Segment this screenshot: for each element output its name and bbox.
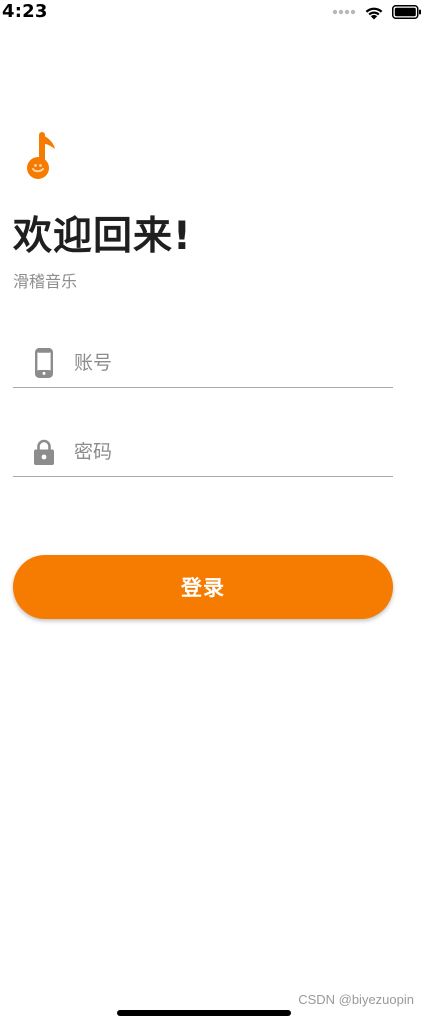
status-icons (332, 2, 422, 22)
lock-icon (32, 436, 56, 468)
home-indicator[interactable] (117, 1010, 291, 1016)
password-input[interactable] (74, 433, 393, 470)
login-button[interactable]: 登录 (13, 555, 393, 619)
music-note-icon (24, 131, 60, 183)
wifi-icon (364, 5, 384, 20)
status-time: 4:23 (2, 1, 48, 22)
password-field[interactable] (13, 427, 393, 477)
battery-icon (392, 5, 422, 19)
signal-dots-icon (332, 9, 356, 15)
status-bar: 4:23 (0, 0, 428, 24)
app-subtitle: 滑稽音乐 (13, 272, 78, 291)
account-input[interactable] (74, 344, 393, 381)
watermark: CSDN @biyezuopin (298, 992, 414, 1007)
account-field[interactable] (13, 338, 393, 388)
login-screen: 4:23 欢迎回来! 滑稽音乐 账号 登录 CSDN @biyezuopin (0, 0, 428, 1019)
phone-icon (32, 347, 56, 379)
welcome-title: 欢迎回来! (13, 214, 192, 259)
